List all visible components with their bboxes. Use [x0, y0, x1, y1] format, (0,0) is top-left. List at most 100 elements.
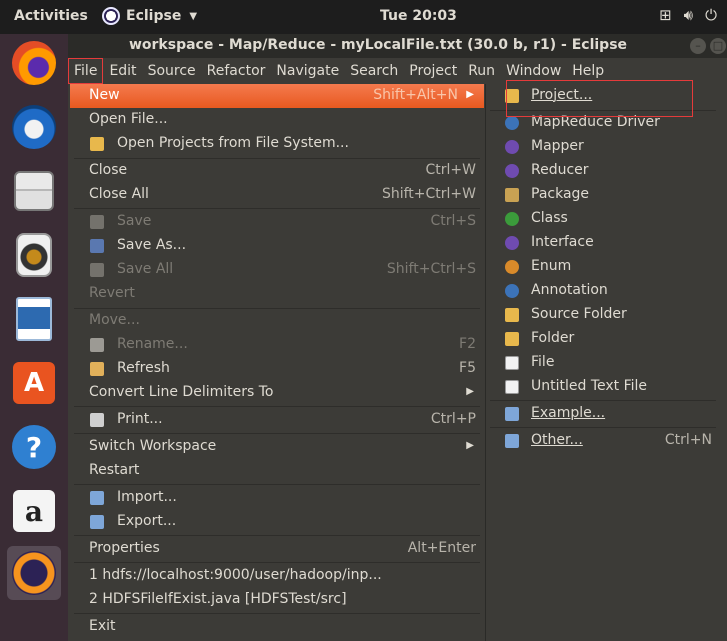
file-switch-workspace[interactable]: Switch Workspace ▶ — [70, 435, 484, 459]
files-icon — [14, 171, 54, 211]
save-icon — [90, 215, 104, 229]
refresh-icon — [90, 362, 104, 376]
new-example[interactable]: Example... — [486, 402, 720, 426]
file-import[interactable]: Import... — [70, 486, 484, 510]
clock[interactable]: Tue 20:03 — [380, 8, 457, 24]
separator — [74, 484, 480, 485]
file-refresh[interactable]: Refresh F5 — [70, 357, 484, 381]
software-store-icon: A — [13, 362, 55, 404]
dock-files[interactable] — [7, 164, 61, 218]
menu-run[interactable]: Run — [462, 58, 500, 84]
file-convert-line-delimiters[interactable]: Convert Line Delimiters To ▶ — [70, 381, 484, 405]
separator — [74, 535, 480, 536]
file-open-projects[interactable]: Open Projects from File System... — [70, 132, 484, 156]
save-all-icon — [90, 263, 104, 277]
new-mapper[interactable]: Mapper — [486, 135, 720, 159]
rename-icon — [90, 338, 104, 352]
dock-firefox[interactable] — [7, 36, 61, 90]
app-menu[interactable]: Eclipse ▼ — [102, 7, 197, 25]
power-icon[interactable]: ⏻ — [705, 6, 717, 24]
menu-navigate[interactable]: Navigate — [270, 58, 344, 84]
file-close[interactable]: Close Ctrl+W — [70, 159, 484, 183]
new-enum[interactable]: Enum — [486, 255, 720, 279]
class-icon — [505, 212, 519, 226]
import-icon — [90, 491, 104, 505]
top-panel: Activities Eclipse ▼ Tue 20:03 ⊞ 🔊︎ ⏻ — [0, 0, 727, 34]
submenu-arrow-icon: ▶ — [466, 386, 474, 397]
system-tray[interactable]: ⊞ 🔊︎ ⏻ — [659, 6, 717, 24]
firefox-icon — [12, 41, 56, 85]
volume-icon[interactable]: 🔊︎ — [684, 6, 693, 24]
separator — [74, 208, 480, 209]
dock-writer[interactable] — [7, 292, 61, 346]
interface-icon — [505, 236, 519, 250]
reducer-icon — [505, 164, 519, 178]
file-recent-1[interactable]: 1 hdfs://localhost:9000/user/hadoop/inp.… — [70, 564, 484, 588]
dock-thunderbird[interactable] — [7, 100, 61, 154]
new-source-folder[interactable]: Source Folder — [486, 303, 720, 327]
new-interface[interactable]: Interface — [486, 231, 720, 255]
source-folder-icon — [505, 308, 519, 322]
menu-refactor[interactable]: Refactor — [201, 58, 271, 84]
minimize-icon[interactable]: – — [690, 38, 706, 54]
file-properties[interactable]: Properties Alt+Enter — [70, 537, 484, 561]
file-open-file[interactable]: Open File... — [70, 108, 484, 132]
other-wizard-icon — [505, 434, 519, 448]
export-icon — [90, 515, 104, 529]
dock: A ? a — [0, 34, 68, 641]
file-close-all[interactable]: Close All Shift+Ctrl+W — [70, 183, 484, 207]
mapper-icon — [505, 140, 519, 154]
new-annotation[interactable]: Annotation — [486, 279, 720, 303]
file-menu: New Shift+Alt+N ▶ Open File... Open Proj… — [70, 84, 486, 641]
dock-help[interactable]: ? — [7, 420, 61, 474]
separator — [74, 433, 480, 434]
file-save-all[interactable]: Save All Shift+Ctrl+S — [70, 258, 484, 282]
new-submenu: Project... MapReduce Driver Mapper Reduc… — [486, 84, 720, 453]
menu-search[interactable]: Search — [344, 58, 403, 84]
dock-rhythmbox[interactable] — [7, 228, 61, 282]
file-revert[interactable]: Revert — [70, 282, 484, 306]
dock-amazon[interactable]: a — [7, 484, 61, 538]
window-title: workspace - Map/Reduce - myLocalFile.txt… — [128, 37, 628, 53]
mapreduce-driver-icon — [505, 116, 519, 130]
menu-project[interactable]: Project — [403, 58, 462, 84]
enum-icon — [505, 260, 519, 274]
maximize-icon[interactable]: □ — [710, 38, 726, 54]
help-icon: ? — [12, 425, 56, 469]
package-icon — [505, 188, 519, 202]
new-file[interactable]: File — [486, 351, 720, 375]
dock-eclipse[interactable] — [7, 546, 61, 600]
new-package[interactable]: Package — [486, 183, 720, 207]
new-untitled-text-file[interactable]: Untitled Text File — [486, 375, 720, 399]
print-icon — [90, 413, 104, 427]
file-print[interactable]: Print... Ctrl+P — [70, 408, 484, 432]
separator — [74, 613, 480, 614]
chevron-down-icon: ▼ — [189, 10, 198, 22]
file-new[interactable]: New Shift+Alt+N ▶ — [70, 84, 484, 108]
file-restart[interactable]: Restart — [70, 459, 484, 483]
activities-button[interactable]: Activities — [14, 8, 88, 24]
file-rename[interactable]: Rename... F2 — [70, 333, 484, 357]
text-file-icon — [505, 380, 519, 394]
file-save-as[interactable]: Save As... — [70, 234, 484, 258]
save-as-icon — [90, 239, 104, 253]
menu-source[interactable]: Source — [142, 58, 201, 84]
new-class[interactable]: Class — [486, 207, 720, 231]
file-move[interactable]: Move... — [70, 309, 484, 333]
amazon-icon: a — [13, 490, 55, 532]
file-export[interactable]: Export... — [70, 510, 484, 534]
menu-file[interactable]: File — [68, 58, 104, 84]
new-other[interactable]: Other... Ctrl+N — [486, 429, 720, 453]
submenu-arrow-icon: ▶ — [466, 89, 474, 100]
file-exit[interactable]: Exit — [70, 615, 484, 639]
file-recent-2[interactable]: 2 HDFSFileIfExist.java [HDFSTest/src] — [70, 588, 484, 612]
file-save[interactable]: Save Ctrl+S — [70, 210, 484, 234]
menu-edit[interactable]: Edit — [103, 58, 141, 84]
title-bar[interactable]: workspace - Map/Reduce - myLocalFile.txt… — [68, 34, 727, 58]
new-reducer[interactable]: Reducer — [486, 159, 720, 183]
separator — [74, 406, 480, 407]
new-folder[interactable]: Folder — [486, 327, 720, 351]
network-icon[interactable]: ⊞ — [659, 6, 672, 24]
thunderbird-icon — [12, 105, 56, 149]
dock-software[interactable]: A — [7, 356, 61, 410]
